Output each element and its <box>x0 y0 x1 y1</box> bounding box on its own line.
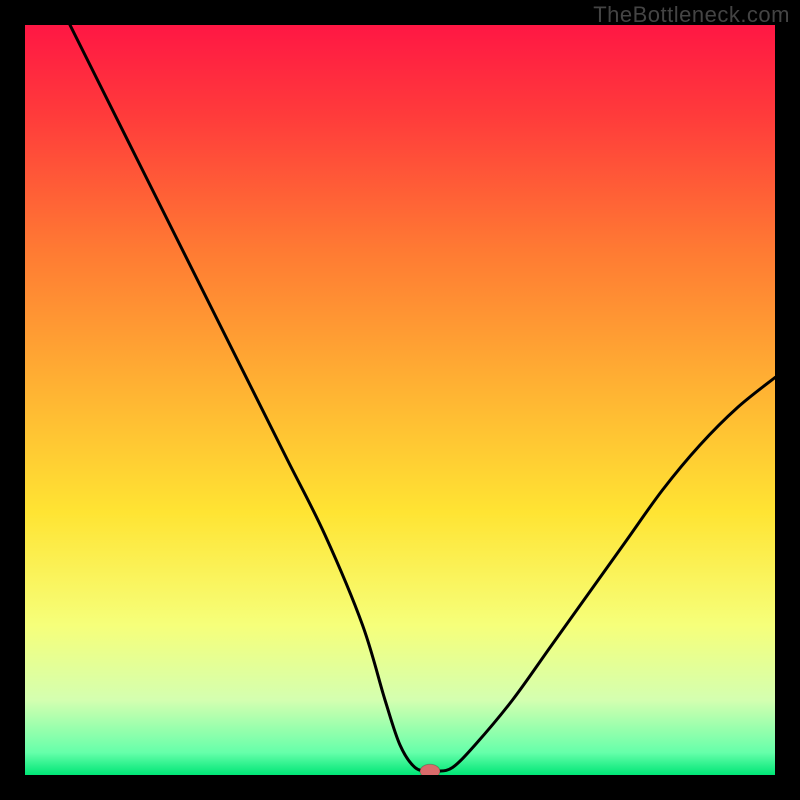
watermark-text: TheBottleneck.com <box>593 2 790 28</box>
plot-area <box>25 25 775 775</box>
chart-frame: TheBottleneck.com <box>0 0 800 800</box>
chart-svg <box>25 25 775 775</box>
gradient-background <box>25 25 775 775</box>
optimum-marker <box>420 764 440 775</box>
